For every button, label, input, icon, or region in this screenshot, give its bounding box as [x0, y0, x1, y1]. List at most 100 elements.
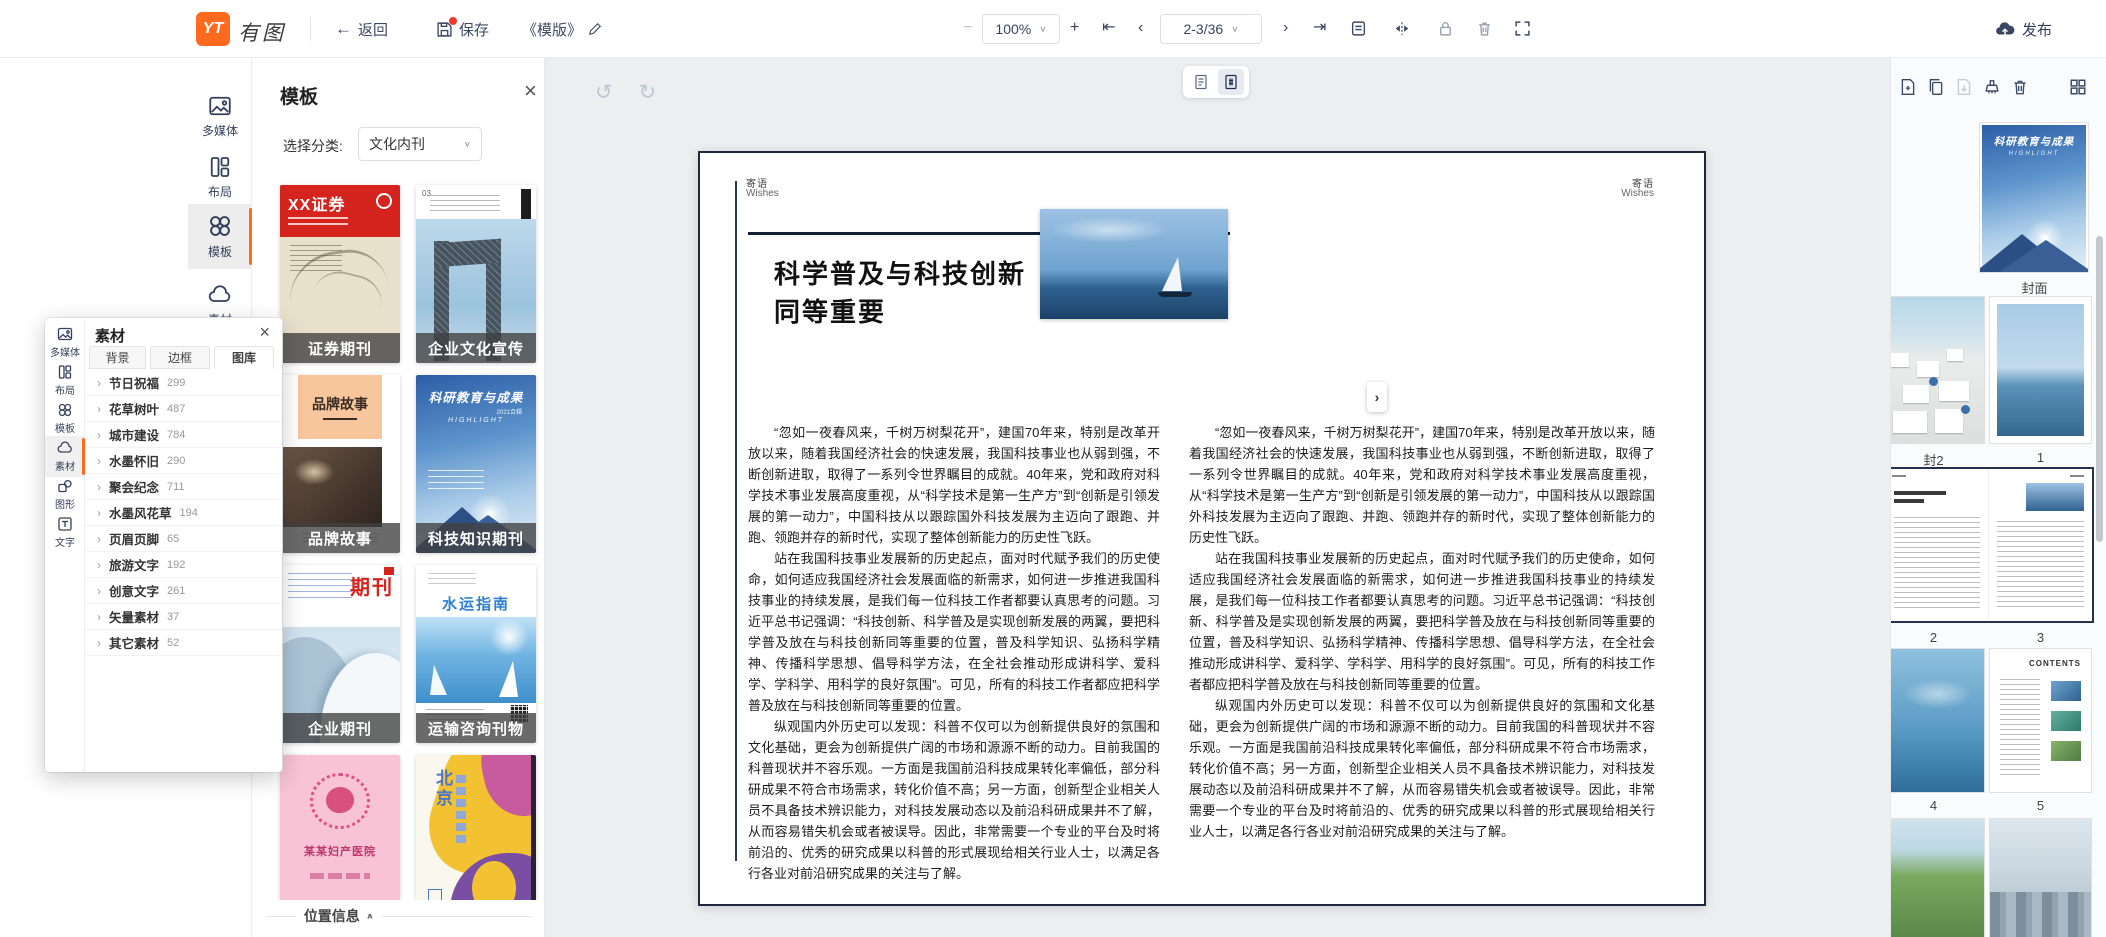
page-thumb-2[interactable] — [1890, 469, 1989, 621]
pages-panel: 科研教育与成果 HIGHLIGHT 封面 封2 1 — [1890, 58, 2106, 937]
tab-backgrounds[interactable]: 背景 — [89, 346, 146, 369]
page-thumb-next[interactable] — [1890, 818, 1985, 937]
rail-item-media[interactable]: 多媒体 — [188, 85, 252, 148]
rename-button[interactable] — [588, 0, 602, 58]
position-info-section[interactable]: 位置信息 ∧ — [252, 903, 545, 929]
rail-item-layout[interactable]: 布局 — [188, 146, 252, 209]
duplicate-page-icon[interactable] — [1927, 78, 1945, 96]
first-page-button[interactable]: ⇤ — [1102, 20, 1115, 36]
page-thumb-label: 1 — [1989, 450, 2092, 465]
trash-icon[interactable] — [1476, 20, 1493, 37]
asset-category-item[interactable]: ›聚会纪念711 — [85, 474, 282, 500]
page-thumb-next[interactable] — [1989, 818, 2092, 937]
back-button[interactable]: ← 返回 — [335, 0, 388, 58]
page-thumb-1[interactable] — [1989, 296, 2092, 444]
prev-page-button[interactable]: ‹ — [1138, 20, 1143, 36]
template-label: 企业文化宣传 — [416, 333, 536, 363]
text-column-right[interactable]: “忽如一夜春风来，千树万树梨花开”，建国70年来，特别是改革开放以来，随着我国经… — [1189, 422, 1655, 842]
mirror-pages-icon[interactable] — [1393, 20, 1411, 37]
page-spread[interactable]: 寄语 Wishes 寄语 Wishes 科学普及与科技创新 同等重要 “忽如一夜… — [698, 151, 1706, 906]
chevron-right-icon: › — [97, 584, 101, 598]
page-indicator-select[interactable]: 2-3/36 ∨ — [1160, 14, 1262, 44]
rail-item-media[interactable]: 多媒体 — [45, 322, 85, 363]
asset-category-item[interactable]: ›创意文字261 — [85, 578, 282, 604]
redo-icon[interactable]: ↻ — [639, 80, 657, 105]
category-select[interactable]: 文化内刊 ∨ — [358, 127, 482, 161]
page-thumb-5[interactable]: CONTENTS — [1989, 648, 2092, 793]
page-setup-icon[interactable] — [1350, 20, 1367, 37]
template-item[interactable]: 科研教育与成果 2021合辑 HIGHLIGHT 科技知识期刊 — [416, 375, 536, 553]
template-item[interactable]: 水运指南 运输咨询刊物 — [416, 565, 536, 743]
app-logo[interactable]: YT — [196, 12, 230, 46]
rail-item-template[interactable]: 模板 — [45, 398, 85, 439]
template-item[interactable]: XX证券 证券期刊 — [280, 185, 400, 363]
single-page-view-button[interactable] — [1188, 69, 1214, 95]
fullscreen-icon[interactable] — [1514, 20, 1531, 37]
tab-borders[interactable]: 边框 — [150, 346, 210, 369]
template-item[interactable]: 03 企业文化宣传 — [416, 185, 536, 363]
asset-category-item[interactable]: ›节日祝福299 — [85, 370, 282, 396]
template-panel: 模板 × 选择分类: 文化内刊 ∨ XX证券 证券期刊 03 — [252, 58, 545, 937]
sailboat-image[interactable] — [1040, 209, 1228, 319]
asset-category-item[interactable]: ›水墨风花草194 — [85, 500, 282, 526]
rail-item-template[interactable]: 模板 — [188, 204, 252, 269]
page-thumb-label: 5 — [1989, 798, 2092, 813]
assets-panel-rail: 多媒体 布局 模板 素材 图形 文字 — [45, 318, 85, 772]
publish-button[interactable]: 发布 — [1995, 0, 2052, 58]
rail-item-text[interactable]: 文字 — [45, 512, 85, 553]
rail-item-layout[interactable]: 布局 — [45, 360, 85, 401]
pages-scrollbar[interactable] — [2096, 236, 2103, 542]
chevron-up-icon: ∧ — [366, 912, 374, 921]
page-view-toggle — [1183, 66, 1249, 98]
template-item[interactable]: 北京 — [416, 755, 536, 900]
chevron-right-icon: › — [97, 428, 101, 442]
lock-icon[interactable] — [1437, 20, 1454, 37]
canvas-area[interactable]: ↺ ↻ 寄语 Wishes 寄语 Wishes 科学普及与科技创新 同等重要 — [545, 58, 1890, 937]
grid-view-icon[interactable] — [2069, 78, 2087, 96]
last-page-button[interactable]: ⇥ — [1313, 20, 1326, 36]
zoom-in-button[interactable]: + — [1070, 20, 1079, 36]
tab-gallery[interactable]: 图库 — [214, 346, 274, 369]
asset-category-item[interactable]: ›页眉页脚65 — [85, 526, 282, 552]
zoom-select[interactable]: 100% ∨ — [982, 14, 1060, 44]
chevron-right-icon: › — [97, 402, 101, 416]
app-window: YT 有图 ← 返回 保存 《模版》 − 100% ∨ + — [0, 0, 2106, 937]
expand-right-panel-tab[interactable]: › — [1367, 382, 1387, 412]
template-item[interactable]: 品牌故事 品牌故事 — [280, 375, 400, 553]
chevron-right-icon: › — [97, 558, 101, 572]
delete-page-icon[interactable] — [2011, 78, 2029, 96]
undo-icon[interactable]: ↺ — [595, 80, 613, 105]
asset-category-item[interactable]: ›花草树叶487 — [85, 396, 282, 422]
close-icon[interactable]: × — [524, 78, 537, 104]
asset-category-item[interactable]: ›水墨怀旧290 — [85, 448, 282, 474]
page-thumb-3[interactable] — [1989, 469, 2093, 621]
zoom-out-button[interactable]: − — [963, 20, 972, 36]
page-thumb-current-spread[interactable] — [1890, 467, 2094, 623]
article-title[interactable]: 科学普及与科技创新 同等重要 — [774, 255, 1026, 331]
close-icon[interactable]: × — [259, 322, 270, 343]
template-label: 企业期刊 — [280, 713, 400, 743]
clear-page-icon[interactable] — [1983, 78, 2001, 96]
template-item[interactable]: 期刊 企业期刊 — [280, 565, 400, 743]
asset-category-item[interactable]: ›矢量素材37 — [85, 604, 282, 630]
asset-category-item[interactable]: ›其它素材52 — [85, 630, 282, 656]
rail-item-assets[interactable]: 素材 — [45, 436, 85, 477]
template-label: 运输咨询刊物 — [416, 713, 536, 743]
add-page-icon[interactable] — [1899, 78, 1917, 96]
page-thumb-cover[interactable]: 科研教育与成果 HIGHLIGHT — [1979, 122, 2089, 273]
import-page-icon[interactable] — [1955, 78, 1973, 96]
asset-category-item[interactable]: ›旅游文字192 — [85, 552, 282, 578]
spread-view-button[interactable] — [1218, 69, 1244, 95]
page-thumb-label: 4 — [1890, 798, 1985, 813]
next-page-button[interactable]: › — [1283, 20, 1288, 36]
page-thumb-inside-cover[interactable] — [1890, 296, 1985, 444]
chevron-right-icon: › — [97, 636, 101, 650]
page-thumb-4[interactable] — [1890, 648, 1985, 793]
rail-item-shapes[interactable]: 图形 — [45, 474, 85, 515]
template-item[interactable]: 某某妇产医院 — [280, 755, 400, 900]
asset-category-item[interactable]: ›城市建设784 — [85, 422, 282, 448]
text-column-left[interactable]: “忽如一夜春风来，千树万树梨花开”，建国70年来，特别是改革开放以来，随着我国经… — [748, 422, 1160, 884]
cloud-upload-icon — [1995, 20, 2015, 38]
save-button[interactable]: 保存 — [436, 0, 489, 58]
asset-category-list: ›节日祝福299 ›花草树叶487 ›城市建设784 ›水墨怀旧290 ›聚会纪… — [85, 370, 282, 772]
